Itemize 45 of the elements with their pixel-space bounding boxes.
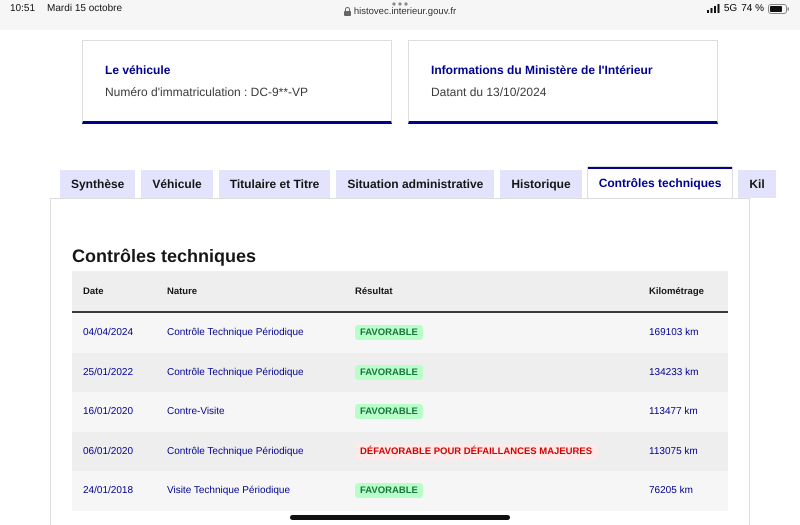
battery-icon — [768, 4, 790, 14]
result-badge: FAVORABLE — [355, 404, 423, 420]
clock-time: 10:51 — [10, 3, 36, 14]
column-header: Date — [83, 286, 105, 296]
result-badge: FAVORABLE — [355, 364, 423, 380]
result-badge: FAVORABLE — [355, 325, 423, 340]
tab[interactable]: Titulaire et Titre — [218, 170, 330, 198]
more-icon[interactable] — [392, 2, 408, 6]
nature-cell-text: Visite Technique Périodique — [167, 485, 292, 496]
signal-icon — [706, 4, 720, 13]
mileage-cell-text: 113075 km — [649, 446, 699, 457]
column-header: Résultat — [355, 286, 394, 296]
result-badge: FAVORABLE — [355, 483, 423, 498]
date-cell-text: 06/01/2020 — [83, 446, 134, 457]
tab[interactable]: Kil — [738, 170, 776, 198]
mileage-cell-text: 113477 km — [649, 406, 699, 418]
date-cell-text: 25/01/2022 — [83, 366, 134, 378]
result-badge: DÉFAVORABLE POUR DÉFAILLANCES MAJEURES — [355, 444, 598, 459]
card-title: Le véhicule — [105, 63, 172, 77]
mileage-cell-text: 134233 km — [649, 366, 700, 378]
column-header: Nature — [167, 286, 198, 296]
url-bar[interactable]: histovec.interieur.gouv.fr — [344, 6, 456, 17]
card-text: Numéro d'immatriculation : DC-9**-VP — [105, 85, 310, 99]
nature-cell-text: Contrôle Technique Périodique — [167, 327, 305, 338]
mileage-cell-text: 76205 km — [649, 485, 694, 496]
tab[interactable]: Synthèse — [60, 170, 136, 198]
date-cell-text: 04/04/2024 — [83, 327, 134, 338]
nature-cell-text: Contrôle Technique Périodique — [167, 446, 305, 457]
tab[interactable]: Situation administrative — [336, 170, 494, 198]
date-text: Mardi 15 octobre — [47, 3, 122, 14]
card-title: Informations du Ministère de l'Intérieur — [431, 63, 654, 77]
date-cell-text: 16/01/2020 — [83, 406, 134, 418]
card-text: Datant du 13/10/2024 — [431, 85, 548, 99]
section-heading: Contrôles techniques — [72, 246, 258, 267]
network-label: 5G — [724, 3, 738, 14]
nature-cell-text: Contre-Visite — [167, 406, 226, 418]
column-header: Kilométrage — [649, 286, 705, 296]
tab[interactable]: Contrôles techniques — [588, 167, 732, 198]
date-cell-text: 24/01/2018 — [83, 485, 134, 496]
battery-percent: 74 % — [741, 3, 764, 14]
lock-icon — [344, 7, 351, 16]
tab[interactable]: Historique — [500, 170, 582, 198]
nature-cell-text: Contrôle Technique Périodique — [167, 366, 305, 378]
tab[interactable]: Véhicule — [141, 170, 213, 198]
mileage-cell-text: 169103 km — [649, 327, 700, 338]
